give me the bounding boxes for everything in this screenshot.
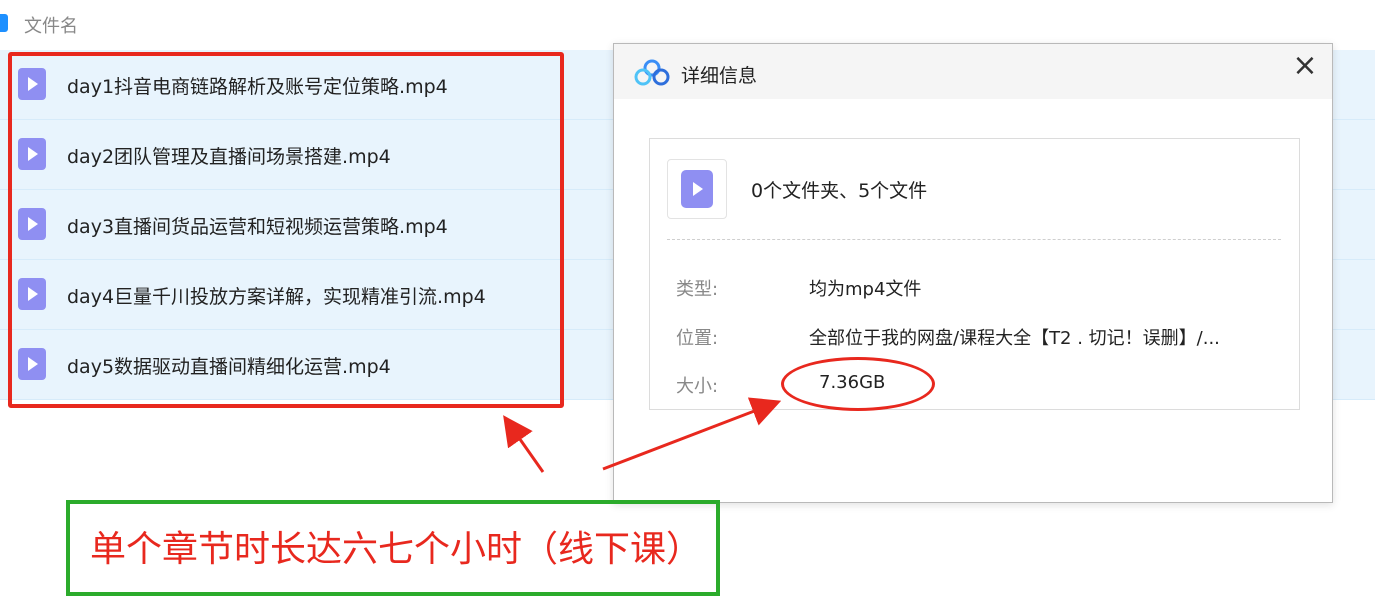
annotation-text: 单个章节时长达六七个小时（线下课） bbox=[90, 529, 703, 570]
details-dialog: 详细信息 × 0个文件夹、5个文件 类型: 均为mp4文件 位置: 全部位于我的… bbox=[613, 43, 1333, 503]
highlight-box-red bbox=[8, 52, 564, 408]
dialog-header: 详细信息 × bbox=[614, 44, 1332, 99]
cloud-logo-icon bbox=[634, 59, 670, 86]
select-all-checkbox[interactable] bbox=[0, 14, 8, 32]
close-icon[interactable]: × bbox=[1291, 51, 1319, 81]
selection-summary: 0个文件夹、5个文件 bbox=[751, 180, 928, 202]
detail-panel: 0个文件夹、5个文件 类型: 均为mp4文件 位置: 全部位于我的网盘/课程大全… bbox=[649, 138, 1300, 410]
type-value: 均为mp4文件 bbox=[809, 279, 922, 300]
highlight-ellipse-red bbox=[781, 357, 935, 411]
divider bbox=[667, 239, 1281, 240]
location-label: 位置: bbox=[676, 328, 719, 349]
video-file-icon bbox=[667, 159, 727, 219]
column-header-filename[interactable]: 文件名 bbox=[24, 12, 78, 38]
file-list-header: 文件名 bbox=[0, 0, 1375, 46]
type-label: 类型: bbox=[676, 279, 719, 300]
dialog-title: 详细信息 bbox=[681, 65, 758, 87]
size-label: 大小: bbox=[676, 376, 719, 397]
arrow-to-list bbox=[503, 415, 545, 473]
location-value[interactable]: 全部位于我的网盘/课程大全【T2 . 切记！误删】/... bbox=[809, 324, 1220, 350]
